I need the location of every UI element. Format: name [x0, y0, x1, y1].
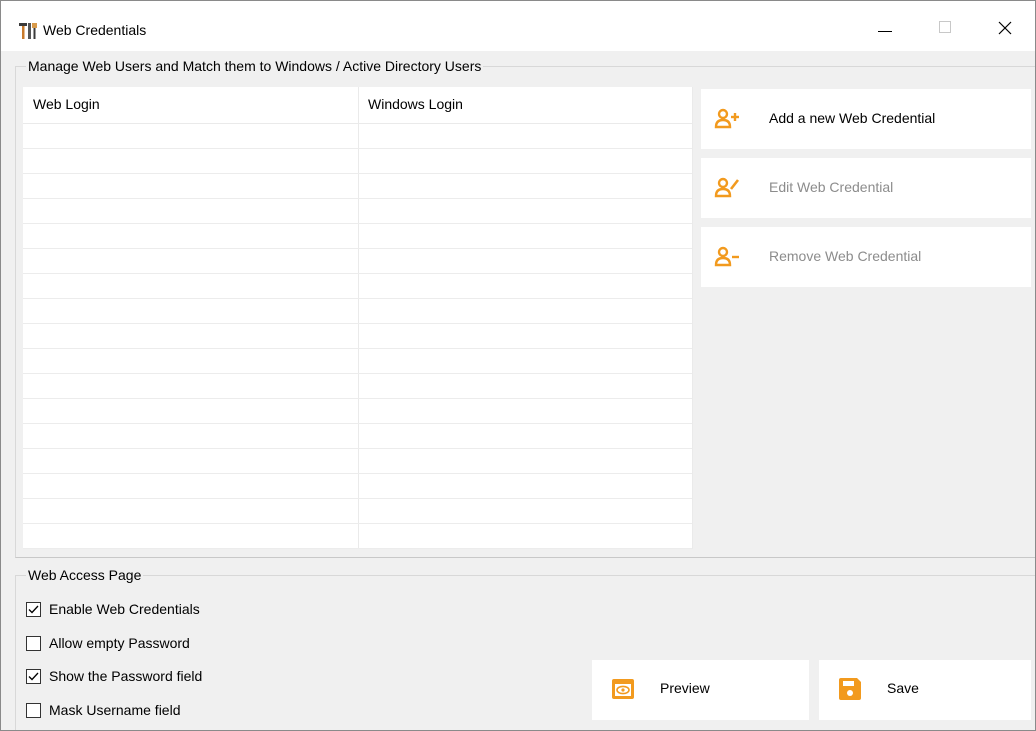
enable-web-credentials-label: Enable Web Credentials	[49, 601, 200, 617]
table-row[interactable]	[23, 124, 692, 149]
table-row[interactable]	[23, 224, 692, 249]
edit-credential-label: Edit Web Credential	[769, 179, 894, 195]
table-row[interactable]	[23, 474, 692, 499]
edit-credential-button[interactable]: Edit Web Credential	[701, 158, 1031, 218]
user-edit-icon	[714, 177, 740, 198]
user-remove-icon	[714, 246, 739, 267]
web-access-legend: Web Access Page	[28, 567, 142, 583]
save-button[interactable]: Save	[819, 660, 1031, 720]
checkbox-box[interactable]	[26, 702, 41, 718]
mask-username-field-checkbox[interactable]: Mask Username field	[26, 702, 181, 718]
manage-users-legend: Manage Web Users and Match them to Windo…	[28, 58, 482, 74]
title-bar: Web Credentials	[1, 1, 1035, 51]
checkbox-box[interactable]	[26, 635, 41, 651]
maximize-icon	[939, 21, 951, 33]
table-row[interactable]	[23, 274, 692, 299]
table-row[interactable]	[23, 149, 692, 174]
checkbox-box[interactable]	[26, 668, 41, 684]
close-icon	[998, 21, 1012, 35]
table-row[interactable]	[23, 249, 692, 274]
close-button[interactable]	[975, 1, 1035, 51]
table-row[interactable]	[23, 174, 692, 199]
allow-empty-password-label: Allow empty Password	[49, 635, 190, 651]
web-credentials-window: Web Credentials Manage Web Users and Mat…	[0, 0, 1036, 731]
table-row[interactable]	[23, 399, 692, 424]
credentials-table[interactable]: Web Login Windows Login	[23, 87, 693, 549]
table-row[interactable]	[23, 324, 692, 349]
remove-credential-label: Remove Web Credential	[769, 248, 922, 264]
window-title: Web Credentials	[43, 22, 147, 38]
table-row[interactable]	[23, 349, 692, 374]
user-add-icon	[714, 108, 739, 129]
minimize-icon	[878, 30, 892, 32]
table-row[interactable]	[23, 199, 692, 224]
mask-username-field-label: Mask Username field	[49, 702, 181, 718]
table-row[interactable]	[23, 424, 692, 449]
minimize-button[interactable]	[855, 1, 915, 51]
table-row[interactable]	[23, 499, 692, 524]
add-credential-label: Add a new Web Credential	[769, 110, 936, 126]
remove-credential-button[interactable]: Remove Web Credential	[701, 227, 1031, 287]
checkbox-box[interactable]	[26, 601, 41, 617]
maximize-button[interactable]	[915, 1, 975, 51]
preview-label: Preview	[660, 680, 710, 696]
table-row[interactable]	[23, 374, 692, 399]
allow-empty-password-checkbox[interactable]: Allow empty Password	[26, 635, 190, 651]
add-credential-button[interactable]: Add a new Web Credential	[701, 89, 1031, 149]
table-row[interactable]	[23, 524, 692, 549]
save-label: Save	[887, 680, 919, 696]
preview-button[interactable]: Preview	[592, 660, 809, 720]
column-header-windows-login[interactable]: Windows Login	[368, 96, 463, 112]
tools-icon	[19, 23, 37, 39]
table-row[interactable]	[23, 299, 692, 324]
column-header-web-login[interactable]: Web Login	[33, 96, 100, 112]
eye-icon	[612, 679, 634, 699]
enable-web-credentials-checkbox[interactable]: Enable Web Credentials	[26, 601, 200, 617]
show-password-field-label: Show the Password field	[49, 668, 203, 684]
show-password-field-checkbox[interactable]: Show the Password field	[26, 668, 202, 684]
table-row[interactable]	[23, 449, 692, 474]
floppy-disk-icon	[839, 678, 861, 700]
